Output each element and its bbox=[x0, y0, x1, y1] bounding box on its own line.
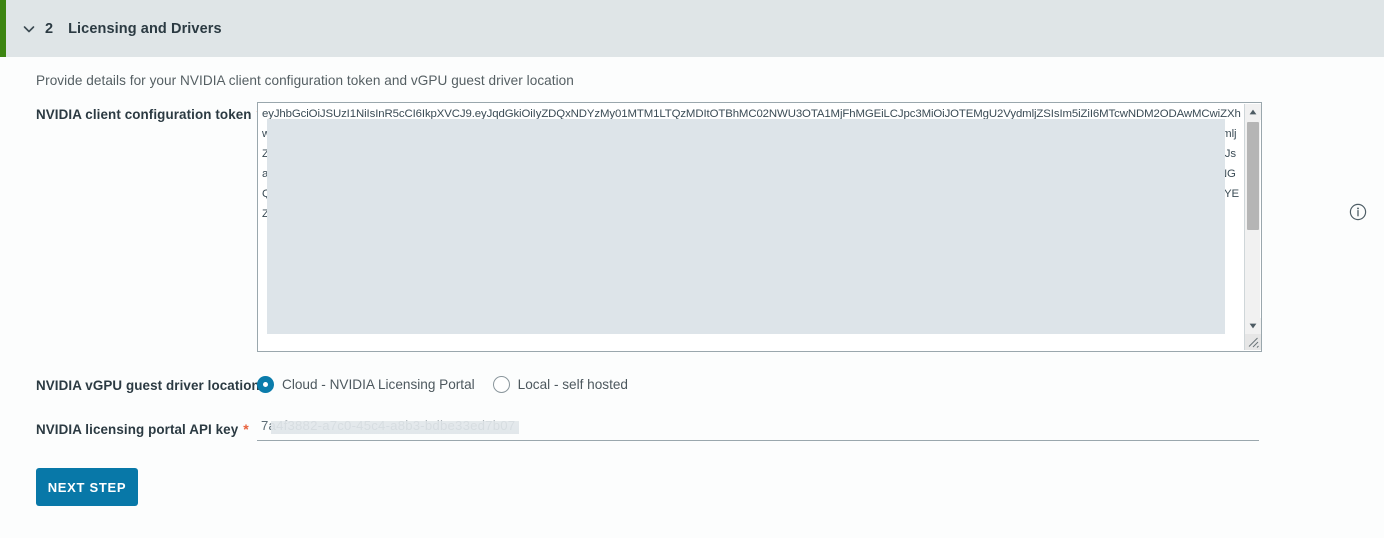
token-info-icon[interactable] bbox=[1349, 203, 1367, 221]
radio-label-local: Local - self hosted bbox=[517, 377, 628, 392]
info-icon bbox=[1349, 203, 1367, 221]
api-key-label-text: NVIDIA licensing portal API key bbox=[36, 422, 239, 437]
driver-location-field-label: NVIDIA vGPU guest driver location* bbox=[36, 377, 270, 393]
textarea-resize-grip[interactable] bbox=[1244, 334, 1261, 350]
scrollbar-track[interactable] bbox=[1245, 120, 1261, 318]
scrollbar-down-button[interactable] bbox=[1244, 318, 1261, 334]
radio-button-cloud[interactable] bbox=[257, 376, 274, 393]
section-description: Provide details for your NVIDIA client c… bbox=[36, 73, 574, 88]
token-field-row: NVIDIA client configuration token* eyJhb… bbox=[36, 102, 1384, 352]
api-key-input[interactable]: 7a4f3882-a7c0-45c4-a8b3-bdbe33ed7b07 bbox=[257, 417, 1259, 441]
resize-grip-icon bbox=[1248, 337, 1259, 348]
scrollbar-up-button[interactable] bbox=[1244, 104, 1261, 120]
token-textarea-scrollbar[interactable] bbox=[1244, 104, 1261, 350]
scroll-up-arrow-icon bbox=[1249, 109, 1256, 115]
collapse-section-button[interactable] bbox=[14, 14, 44, 44]
next-step-button[interactable]: NEXT STEP bbox=[36, 468, 138, 506]
radio-label-cloud: Cloud - NVIDIA Licensing Portal bbox=[282, 377, 475, 392]
chevron-down-icon bbox=[23, 25, 35, 32]
step-title: Licensing and Drivers bbox=[68, 20, 222, 37]
api-key-field-label: NVIDIA licensing portal API key * bbox=[36, 421, 257, 437]
driver-location-label-text: NVIDIA vGPU guest driver location bbox=[36, 377, 260, 393]
driver-location-radio-group: Cloud - NVIDIA Licensing Portal Local - … bbox=[257, 376, 646, 393]
step-body: Provide details for your NVIDIA client c… bbox=[0, 57, 1384, 506]
token-field-label: NVIDIA client configuration token* bbox=[36, 102, 262, 122]
step-number: 2 bbox=[45, 20, 54, 37]
scroll-down-arrow-icon bbox=[1249, 323, 1256, 329]
token-textarea-wrap: eyJhbGciOiJSUzI1NiIsInR5cCI6IkpXVCJ9.eyJ… bbox=[257, 102, 1262, 352]
radio-button-local[interactable] bbox=[492, 376, 510, 393]
api-key-value: 7a4f3882-a7c0-45c4-a8b3-bdbe33ed7b07 bbox=[261, 418, 516, 433]
token-label-text: NVIDIA client configuration token bbox=[36, 107, 252, 122]
radio-option-cloud[interactable]: Cloud - NVIDIA Licensing Portal bbox=[257, 376, 475, 393]
driver-location-field-row: NVIDIA vGPU guest driver location* Cloud… bbox=[36, 376, 1384, 393]
radio-option-local[interactable]: Local - self hosted bbox=[492, 376, 628, 393]
scrollbar-thumb[interactable] bbox=[1246, 122, 1259, 230]
required-marker: * bbox=[243, 421, 249, 437]
step-header: 2 Licensing and Drivers bbox=[0, 0, 1384, 57]
token-textarea-value: eyJhbGciOiJSUzI1NiIsInR5cCI6IkpXVCJ9.eyJ… bbox=[262, 108, 1241, 220]
licensing-drivers-step-page: 2 Licensing and Drivers Provide details … bbox=[0, 0, 1384, 538]
api-key-field-row: NVIDIA licensing portal API key * 7a4f388… bbox=[36, 417, 1384, 441]
token-textarea[interactable]: eyJhbGciOiJSUzI1NiIsInR5cCI6IkpXVCJ9.eyJ… bbox=[257, 102, 1262, 352]
